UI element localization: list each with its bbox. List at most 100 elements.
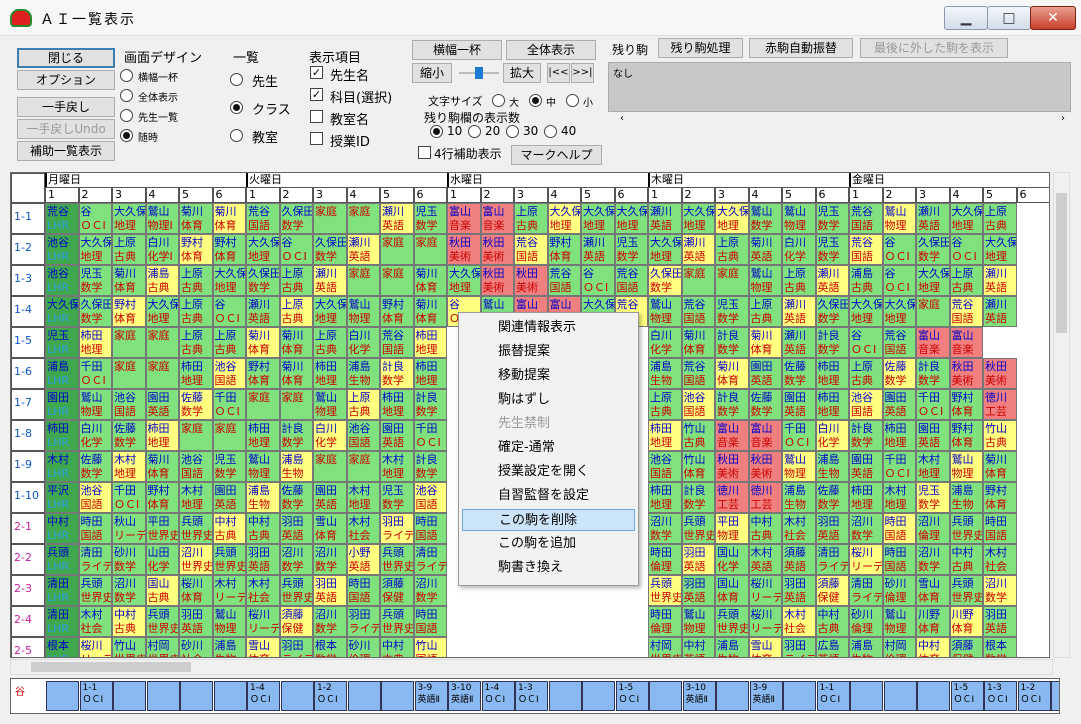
lesson-cell[interactable]: 鷲山物理 (212, 606, 246, 637)
lesson-cell[interactable]: 浦島 LHR (45, 358, 79, 389)
lesson-cell[interactable]: 羽田ライテ (346, 606, 380, 637)
lesson-cell[interactable]: 木村 社会 (78, 606, 112, 637)
lesson-cell[interactable]: 大久保地理 (648, 234, 682, 265)
teacher-bar-cell[interactable] (917, 681, 950, 711)
lesson-cell[interactable]: 谷ＯＣⅠ (212, 296, 246, 327)
lesson-cell[interactable]: 中村 LHR (45, 513, 79, 544)
lesson-cell[interactable]: 佐藤 数学 (882, 358, 916, 389)
lesson-cell[interactable]: 沼川 数学 (313, 544, 347, 575)
class-row-header[interactable]: 1-4 (11, 296, 45, 327)
lesson-cell[interactable]: 兵頭 世界史 (949, 575, 983, 606)
lesson-cell[interactable]: 羽田 英語 (313, 575, 347, 606)
lesson-cell[interactable]: 菊川 体育 (413, 265, 447, 296)
lesson-cell[interactable]: 柿田 地理 (648, 482, 682, 513)
mark-help-button[interactable]: マークヘルプ (511, 145, 602, 165)
teacher-bar-cell[interactable] (280, 681, 314, 711)
lesson-cell[interactable]: 谷ＯＣⅠ (279, 234, 313, 265)
remaining-process-button[interactable]: 残り駒処理 (658, 38, 743, 58)
lesson-cell[interactable]: 池谷 国語 (681, 389, 715, 420)
lesson-cell[interactable]: 大久保地理 (313, 296, 347, 327)
remaining-rows-radio[interactable] (506, 125, 519, 138)
lesson-cell[interactable]: 佐藤 数学 (815, 482, 849, 513)
lesson-cell[interactable]: 竹山国語 (413, 637, 447, 657)
lesson-cell[interactable]: 上原 古典 (179, 296, 213, 327)
lesson-cell[interactable]: 清田 ライテ (78, 544, 112, 575)
lesson-cell[interactable]: 瀬川 英語 (648, 203, 682, 234)
enlarge-button[interactable]: 拡大 (503, 63, 541, 83)
lesson-cell[interactable]: 佐藤 数学 (179, 389, 213, 420)
first-page-button[interactable]: |<< (547, 63, 570, 83)
lesson-cell[interactable]: 時田 国語 (983, 513, 1017, 544)
lesson-cell[interactable]: 児玉 数学 (380, 482, 414, 513)
lesson-cell[interactable]: 秋田 美術 (447, 234, 481, 265)
lesson-cell[interactable]: 時田 国語 (882, 513, 916, 544)
lesson-cell[interactable]: 児玉 数学 (815, 203, 849, 234)
teacher-bar-cell[interactable]: 1-5 ＯＣⅠ (950, 681, 984, 711)
lesson-cell[interactable]: 竹山 体育 (681, 451, 715, 482)
lesson-cell[interactable]: 大久保地理 (547, 203, 581, 234)
lesson-cell[interactable]: 兵頭 世界史 (380, 606, 414, 637)
lesson-cell[interactable]: 谷ＯＣⅠ (581, 265, 615, 296)
lesson-cell[interactable]: 白川 化学 (782, 234, 816, 265)
lesson-cell[interactable]: 羽田ライテ (782, 637, 816, 657)
context-menu-item[interactable]: この駒を追加 (462, 533, 635, 555)
lesson-cell[interactable]: 砂川倫理 (346, 637, 380, 657)
lesson-cell[interactable]: 計良 数学 (380, 358, 414, 389)
zoom-slider[interactable] (459, 67, 499, 79)
lesson-cell[interactable]: 野村 体育 (246, 358, 280, 389)
lesson-cell[interactable]: 白川 化学 (648, 327, 682, 358)
lesson-cell[interactable]: 白川 化学 (78, 420, 112, 451)
lesson-cell[interactable]: 菊川 体育 (715, 358, 749, 389)
lesson-cell[interactable]: 園田 英語 (313, 482, 347, 513)
lesson-cell[interactable]: 菊川 体育 (681, 327, 715, 358)
lesson-cell[interactable]: 木村 社会 (346, 513, 380, 544)
lesson-cell[interactable]: 上原 古典 (313, 327, 347, 358)
lesson-cell[interactable]: 児玉 数学 (413, 203, 447, 234)
teacher-bar-cell[interactable]: 1-3 ＯＣⅠ (515, 681, 548, 711)
display-item-checkbox[interactable] (310, 110, 323, 123)
teacher-bar-cell[interactable]: 3-9 英語Ⅱ (749, 681, 783, 711)
lesson-cell[interactable]: 大久保地理 (882, 296, 916, 327)
lesson-cell[interactable]: 木村 英語 (748, 544, 782, 575)
lesson-cell[interactable]: 児玉 数学 (614, 234, 648, 265)
lesson-cell[interactable]: 柿田 地理 (246, 420, 280, 451)
lesson-cell[interactable]: 上原 古典 (748, 296, 782, 327)
lesson-cell[interactable]: 時田 国語 (346, 575, 380, 606)
lesson-cell[interactable]: 野村 体育 (547, 234, 581, 265)
lesson-cell[interactable]: 児玉 数学 (916, 482, 950, 513)
remaining-rows-radio[interactable] (544, 125, 557, 138)
lesson-cell[interactable]: 秋田 美術 (949, 358, 983, 389)
lesson-cell[interactable]: 桜川リーデ (78, 637, 112, 657)
auto-red-button[interactable]: 赤駒自動振替 (749, 38, 853, 58)
lesson-cell[interactable]: 川野 体育 (949, 606, 983, 637)
lesson-cell[interactable]: 根本数学 (313, 637, 347, 657)
lesson-cell[interactable]: 大久保地理 (78, 234, 112, 265)
lesson-cell[interactable]: 大久保地理 (447, 265, 481, 296)
lesson-cell[interactable]: 園田 英語 (916, 420, 950, 451)
lesson-cell[interactable]: 佐藤 数学 (78, 451, 112, 482)
font-size-radio[interactable] (566, 94, 579, 107)
lesson-cell[interactable]: 川野 体育 (916, 606, 950, 637)
lesson-cell[interactable]: 荒谷国語 (547, 265, 581, 296)
lesson-cell[interactable]: 砂川倫理 (882, 575, 916, 606)
lesson-cell[interactable]: 園田 英語 (380, 420, 414, 451)
lesson-cell[interactable]: 柿田 地理 (313, 358, 347, 389)
teacher-bar-cell[interactable]: 1-2 ＯＣⅠ (1017, 681, 1051, 711)
lesson-cell[interactable]: 清田 LHR (45, 606, 79, 637)
lesson-cell[interactable]: 家庭 (145, 358, 179, 389)
lesson-cell[interactable]: 羽田 英語 (279, 513, 313, 544)
lesson-cell[interactable]: 荒谷国語 (849, 203, 883, 234)
lesson-cell[interactable]: 池谷 国語 (112, 389, 146, 420)
lesson-cell[interactable]: 児玉 数学 (815, 234, 849, 265)
teacher-bar-cell[interactable]: 3-10 英語Ⅱ (448, 681, 481, 711)
lesson-cell[interactable]: 鷲山物理 (782, 451, 816, 482)
lesson-cell[interactable]: 池谷 国語 (212, 358, 246, 389)
lesson-cell[interactable]: 須藤保健 (815, 575, 849, 606)
lesson-cell[interactable]: 計良 数学 (681, 482, 715, 513)
lesson-cell[interactable]: 桜川リーデ (246, 606, 280, 637)
lesson-cell[interactable]: 富山音楽 (480, 203, 514, 234)
lesson-cell[interactable]: 鷲山物理 (346, 296, 380, 327)
lesson-cell[interactable]: 清田 ライテ (849, 575, 883, 606)
lesson-cell[interactable]: 兵頭 世界史 (145, 606, 179, 637)
lesson-cell[interactable]: 池谷 国語 (179, 451, 213, 482)
